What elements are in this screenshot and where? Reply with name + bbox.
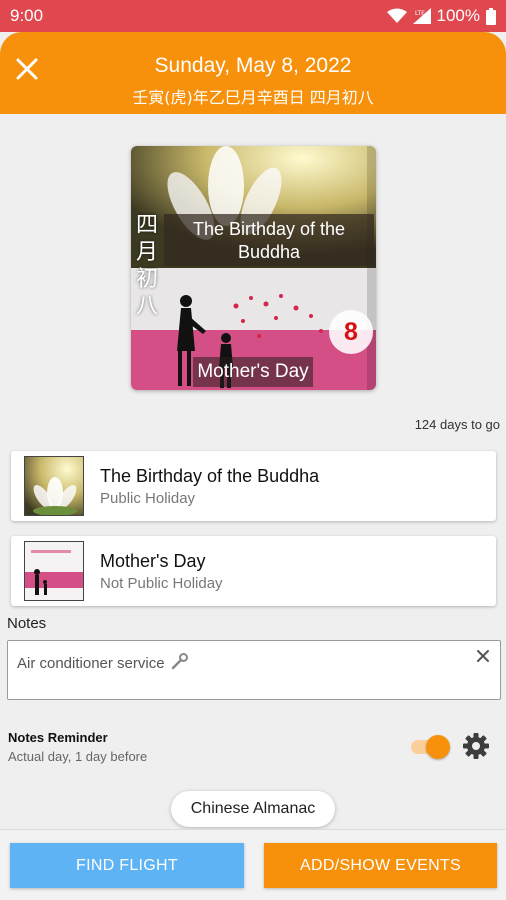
event-card-buddha[interactable]: The Birthday of the Buddha Public Holida… (11, 451, 496, 521)
event-title: The Birthday of the Buddha (100, 466, 320, 486)
vertical-char: 初 (135, 267, 158, 292)
notes-value: Air conditioner service (17, 654, 165, 672)
event-card-mothers-day[interactable]: Mother's Day Not Public Holiday (11, 536, 496, 606)
reminder-toggle[interactable] (411, 733, 450, 759)
day-number-badge: 8 (329, 310, 373, 354)
event-title: Mother's Day (100, 551, 206, 571)
hero-observance-title: Mother's Day (193, 357, 313, 387)
vertical-char: 八 (135, 294, 158, 319)
battery-icon (486, 7, 496, 25)
holiday-illustration (131, 146, 376, 390)
date-header: Sunday, May 8, 2022 壬寅(虎)年乙巳月辛酉日 四月初八 (0, 32, 506, 114)
toggle-knob (426, 735, 450, 759)
lunar-date: 壬寅(虎)年乙巳月辛酉日 四月初八 (132, 88, 374, 107)
add-show-events-button[interactable]: ADD/SHOW EVENTS (264, 843, 497, 888)
signal-icon: LTE (412, 8, 431, 24)
svg-text:LTE: LTE (415, 10, 425, 17)
event-subtitle: Public Holiday (100, 490, 196, 507)
day-image-card[interactable]: The Birthday of the Buddha 四 月 初 八 8 Mot… (131, 146, 376, 390)
wrench-icon (171, 652, 189, 674)
event-subtitle: Not Public Holiday (100, 575, 223, 592)
notes-field[interactable]: Air conditioner service (7, 640, 501, 700)
reminder-title: Notes Reminder (8, 730, 108, 745)
find-flight-button[interactable]: FIND FLIGHT (10, 843, 244, 888)
event-thumbnail (24, 541, 84, 601)
countdown-text: 124 days to go (414, 417, 500, 432)
reminder-subtitle: Actual day, 1 day before (8, 749, 148, 764)
hero-holiday-title: The Birthday of the Buddha (164, 214, 374, 266)
battery-level: 100% (436, 6, 480, 25)
chinese-almanac-chip[interactable]: Chinese Almanac (171, 791, 335, 827)
gear-icon[interactable] (461, 731, 491, 761)
vertical-char: 月 (135, 240, 158, 265)
vertical-char: 四 (135, 213, 158, 238)
event-thumbnail (24, 456, 84, 516)
lunar-day-vertical: 四 月 初 八 (133, 212, 161, 320)
clear-notes-icon[interactable] (474, 647, 492, 665)
status-bar: 9:00 LTE 100% (0, 0, 506, 32)
wifi-icon (386, 8, 407, 24)
status-time: 9:00 (10, 6, 44, 25)
notes-label: Notes (7, 615, 47, 632)
notes-value-row: Air conditioner service (17, 652, 189, 674)
page-title: Sunday, May 8, 2022 (154, 54, 352, 77)
